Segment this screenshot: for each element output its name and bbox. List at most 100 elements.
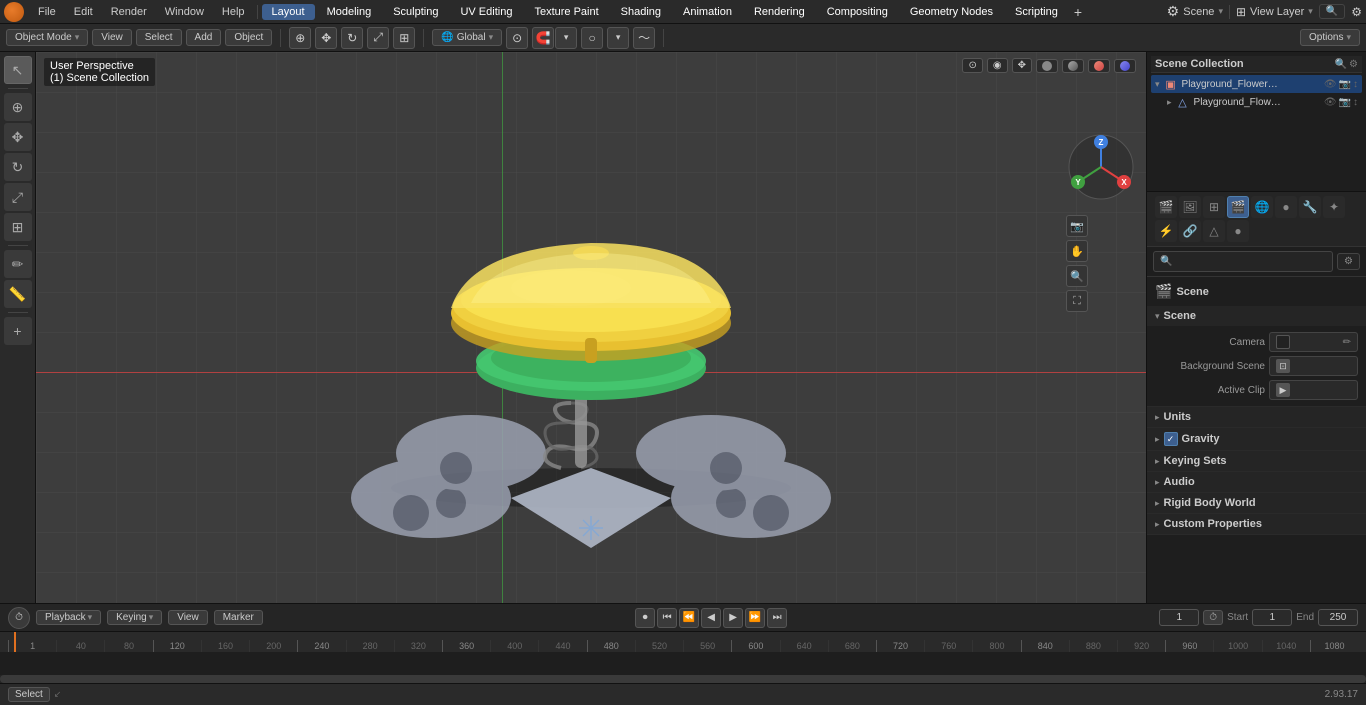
add-tool[interactable]: + — [4, 317, 32, 345]
tab-output[interactable]: 🖼 — [1179, 196, 1201, 218]
outliner-item-1[interactable]: ▸ △ Playground_Flower_Sprir 👁 📷 ↕ — [1151, 93, 1362, 111]
workspace-uv-editing[interactable]: UV Editing — [450, 4, 522, 20]
rotate-tool[interactable]: ↻ — [341, 27, 363, 49]
tab-view-layer[interactable]: ⊞ — [1203, 196, 1225, 218]
transform-tool-left[interactable]: ⊞ — [4, 213, 32, 241]
add-workspace-button[interactable]: + — [1070, 4, 1086, 20]
jump-start-btn[interactable]: ⏮ — [657, 608, 677, 628]
graph-icon[interactable]: 〜 — [633, 27, 655, 49]
audio-section-header[interactable]: ▸ Audio — [1147, 472, 1366, 492]
move-tool[interactable]: ✥ — [315, 27, 337, 49]
properties-filter-btn[interactable]: ⚙ — [1337, 253, 1360, 270]
current-frame-input[interactable] — [1159, 609, 1199, 626]
move-tool-left[interactable]: ✥ — [4, 123, 32, 151]
menu-help[interactable]: Help — [214, 4, 253, 20]
time-display-btn[interactable]: ⏱ — [1203, 610, 1223, 625]
menu-file[interactable]: File — [30, 4, 64, 20]
proportional-options[interactable]: ▾ — [607, 27, 629, 49]
cursor-tool-left[interactable]: ⊕ — [4, 93, 32, 121]
camera-edit-icon[interactable]: ✏ — [1343, 337, 1351, 348]
timeline-view-btn[interactable]: View — [168, 610, 208, 625]
timeline-scroll-thumb[interactable] — [0, 675, 1366, 683]
menu-edit[interactable]: Edit — [66, 4, 101, 20]
gravity-checkbox[interactable] — [1164, 432, 1178, 446]
tab-constraints[interactable]: 🔗 — [1179, 220, 1201, 242]
workspace-scripting[interactable]: Scripting — [1005, 4, 1068, 20]
workspace-animation[interactable]: Animation — [673, 4, 742, 20]
menu-window[interactable]: Window — [157, 4, 212, 20]
timeline-content[interactable] — [0, 652, 1366, 683]
add-menu[interactable]: Add — [186, 29, 222, 46]
tab-render[interactable]: 🎬 — [1155, 196, 1177, 218]
tab-material[interactable]: ● — [1227, 220, 1249, 242]
properties-search-input[interactable] — [1174, 254, 1326, 269]
custom-properties-section-header[interactable]: ▸ Custom Properties — [1147, 514, 1366, 534]
record-btn[interactable]: ⏺ — [635, 608, 655, 628]
status-select-btn[interactable]: Select — [8, 687, 50, 702]
scale-tool[interactable]: ⤢ — [367, 27, 389, 49]
outliner-item-0[interactable]: ▾ ▣ Playground_Flower_Springer... 👁 📷 ↕ — [1151, 75, 1362, 93]
marker-btn[interactable]: Marker — [214, 610, 263, 625]
timeline-mode-btn[interactable]: ⏱ — [8, 607, 30, 629]
tab-scene[interactable]: 🎬 — [1227, 196, 1249, 218]
play-btn[interactable]: ▶ — [723, 608, 743, 628]
select-tool[interactable]: ↖ — [4, 56, 32, 84]
render-visibility-icon-1[interactable]: 📷 — [1339, 97, 1351, 108]
viewport[interactable]: User Perspective (1) Scene Collection ⊙ … — [36, 52, 1146, 603]
end-frame-input[interactable] — [1318, 609, 1358, 626]
jump-end-btn[interactable]: ⏭ — [767, 608, 787, 628]
select-icon-0[interactable]: ↕ — [1353, 79, 1358, 90]
units-section-header[interactable]: ▸ Units — [1147, 407, 1366, 427]
cursor-tool[interactable]: ⊕ — [289, 27, 311, 49]
timeline-scrollbar[interactable] — [0, 675, 1366, 683]
rotate-tool-left[interactable]: ↻ — [4, 153, 32, 181]
proportional-edit[interactable]: ○ — [581, 27, 603, 49]
workspace-modeling[interactable]: Modeling — [317, 4, 382, 20]
keying-btn[interactable]: Keying ▾ — [107, 610, 162, 625]
keying-sets-section-header[interactable]: ▸ Keying Sets — [1147, 451, 1366, 471]
workspace-shading[interactable]: Shading — [611, 4, 671, 20]
tab-particles[interactable]: ✦ — [1323, 196, 1345, 218]
transform-tool[interactable]: ⊞ — [393, 27, 415, 49]
properties-search-input-container[interactable]: 🔍 — [1153, 251, 1333, 272]
tab-object-data[interactable]: △ — [1203, 220, 1225, 242]
measure-tool[interactable]: 📏 — [4, 280, 32, 308]
tab-object[interactable]: ● — [1275, 196, 1297, 218]
workspace-rendering[interactable]: Rendering — [744, 4, 815, 20]
view-layer-selector[interactable]: ⊞ View Layer ▾ — [1236, 5, 1313, 19]
visibility-icon-1[interactable]: 👁 — [1324, 97, 1337, 108]
view-menu[interactable]: View — [92, 29, 132, 46]
outliner-filter-icon[interactable]: ⚙ — [1349, 59, 1358, 70]
viewport-camera-btn[interactable]: 📷 — [1066, 215, 1088, 237]
options-button[interactable]: Options ▾ — [1300, 29, 1360, 46]
filter-button[interactable]: ⚙ — [1351, 5, 1362, 19]
select-menu[interactable]: Select — [136, 29, 182, 46]
start-frame-input[interactable] — [1252, 609, 1292, 626]
tab-modifier[interactable]: 🔧 — [1299, 196, 1321, 218]
tab-physics[interactable]: ⚡ — [1155, 220, 1177, 242]
step-forward-btn[interactable]: ⏩ — [745, 608, 765, 628]
scene-selector[interactable]: ⚙ Scene ▾ — [1167, 3, 1223, 20]
step-back-btn[interactable]: ⏪ — [679, 608, 699, 628]
viewport-fullscreen-btn[interactable]: ⛶ — [1066, 290, 1088, 312]
camera-value[interactable]: ✏ — [1269, 332, 1358, 352]
viewport-zoom-btn[interactable]: 🔍 — [1066, 265, 1088, 287]
workspace-texture-paint[interactable]: Texture Paint — [524, 4, 608, 20]
mode-selector[interactable]: Object Mode ▾ — [6, 29, 88, 46]
snap-options[interactable]: ▾ — [555, 27, 577, 49]
workspace-geometry-nodes[interactable]: Geometry Nodes — [900, 4, 1003, 20]
transform-space[interactable]: 🌐 Global ▾ — [432, 29, 502, 46]
play-reverse-btn[interactable]: ◀ — [701, 608, 721, 628]
search-field[interactable]: 🔍 — [1319, 4, 1345, 19]
tab-world[interactable]: 🌐 — [1251, 196, 1273, 218]
render-visibility-icon-0[interactable]: 📷 — [1339, 79, 1351, 90]
select-icon-1[interactable]: ↕ — [1353, 97, 1358, 108]
workspace-layout[interactable]: Layout — [262, 4, 315, 20]
menu-render[interactable]: Render — [103, 4, 155, 20]
scene-section-header[interactable]: ▾ Scene — [1147, 306, 1366, 326]
workspace-compositing[interactable]: Compositing — [817, 4, 898, 20]
active-clip-value[interactable]: ▶ — [1269, 380, 1358, 400]
workspace-sculpting[interactable]: Sculpting — [383, 4, 448, 20]
rigid-body-world-section-header[interactable]: ▸ Rigid Body World — [1147, 493, 1366, 513]
outliner-search-icon[interactable]: 🔍 — [1335, 59, 1347, 70]
